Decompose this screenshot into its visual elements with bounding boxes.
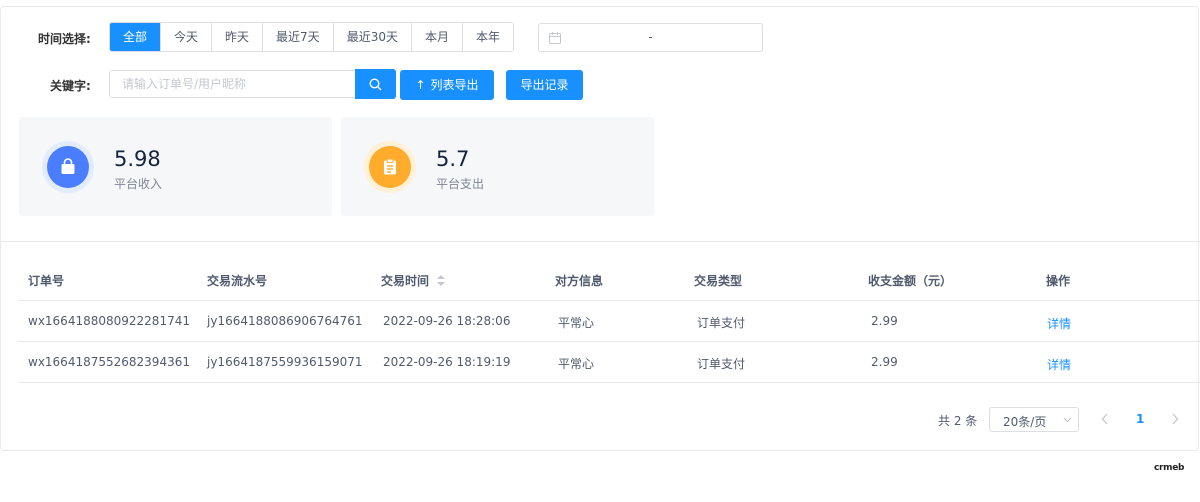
chevron-down-icon [1063,417,1072,423]
shopping-bag-icon [47,146,89,188]
section-divider [0,241,1200,242]
date-range-separator: - [648,30,653,44]
prev-page-icon[interactable] [1101,413,1109,425]
upload-arrow-icon: ↑ [415,78,426,92]
pagination-total: 共 2 条 [938,414,978,428]
cell-serial-no: jy1664187559936159071 [207,355,363,369]
cell-time: 2022-09-26 18:28:06 [383,314,511,328]
time-option-last-30-days[interactable]: 最近30天 [332,23,411,51]
cell-counterparty: 平常心 [558,316,595,330]
cell-serial-no: jy1664188086906764761 [207,314,363,328]
table-header-border [18,300,1200,301]
search-button[interactable] [355,69,396,99]
cell-amount: 2.99 [871,314,898,328]
page-size-select[interactable]: 20条/页 [989,407,1079,432]
page-size-value: 20条/页 [1003,415,1047,429]
time-option-this-year[interactable]: 本年 [461,23,513,51]
column-header-counterparty: 对方信息 [555,274,604,288]
cell-type: 订单支付 [697,316,746,330]
time-option-all[interactable]: 全部 [110,23,161,51]
cell-type: 订单支付 [697,357,746,371]
column-header-time[interactable]: 交易时间 [381,272,446,289]
search-icon [369,77,382,90]
time-option-this-month[interactable]: 本月 [410,23,462,51]
stat-card-expense: 5.7 平台支出 [341,117,654,216]
keyword-label: 关键字: [50,79,91,93]
cell-order-no: wx1664187552682394361 [28,355,190,369]
cell-counterparty: 平常心 [558,357,595,371]
cell-amount: 2.99 [871,355,898,369]
page-number-current[interactable]: 1 [1136,412,1144,426]
sort-icon[interactable] [437,275,446,286]
detail-link[interactable]: 详情 [1047,315,1071,332]
detail-link[interactable]: 详情 [1047,356,1071,373]
stat-value-income: 5.98 [114,147,161,171]
time-filter-label: 时间选择: [38,32,91,46]
row-border [18,341,1200,342]
column-header-order-no: 订单号 [28,274,65,288]
column-header-amount: 收支金额（元） [868,274,953,288]
next-page-icon[interactable] [1171,413,1179,425]
column-header-type: 交易类型 [694,274,743,288]
date-range-picker[interactable]: - [538,23,763,52]
column-header-action: 操作 [1046,274,1071,288]
stat-value-expense: 5.7 [436,147,470,171]
export-list-button[interactable]: ↑ 列表导出 [400,70,494,100]
time-option-last-7-days[interactable]: 最近7天 [262,23,333,51]
stat-label-expense: 平台支出 [436,177,485,191]
cell-order-no: wx1664188080922281741 [28,314,190,328]
time-option-yesterday[interactable]: 昨天 [211,23,263,51]
keyword-search-input[interactable] [109,70,356,98]
time-option-today[interactable]: 今天 [160,23,212,51]
column-header-serial-no: 交易流水号 [207,274,268,288]
stat-card-income: 5.98 平台收入 [19,117,332,216]
time-filter-group: 全部 今天 昨天 最近7天 最近30天 本月 本年 [109,22,514,52]
cell-time: 2022-09-26 18:19:19 [383,355,511,369]
brand-logo: crmeb [1154,463,1185,473]
stat-label-income: 平台收入 [114,177,163,191]
row-border [18,382,1200,383]
clipboard-icon [369,146,411,188]
export-records-button[interactable]: 导出记录 [506,70,583,100]
